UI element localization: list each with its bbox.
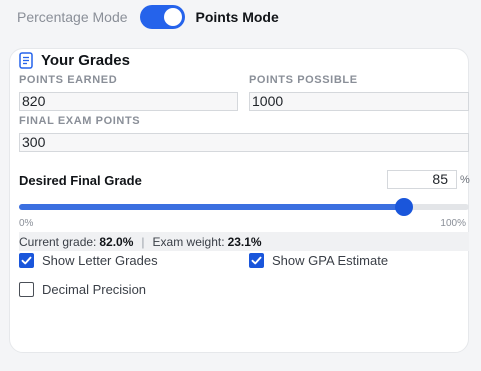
mode-switcher: Percentage Mode Points Mode (17, 5, 279, 29)
checkmark-icon (251, 256, 262, 265)
stats-row: Current grade: 82.0% | Exam weight: 23.1… (19, 232, 469, 251)
final-exam-points-input[interactable]: 300 (19, 133, 469, 152)
show-letter-grades-option[interactable]: Show Letter Grades (19, 253, 158, 268)
show-letter-grades-checkbox[interactable] (19, 253, 34, 268)
card-title: Your Grades (41, 52, 130, 69)
percentage-mode-label[interactable]: Percentage Mode (17, 9, 128, 25)
points-mode-label[interactable]: Points Mode (196, 9, 279, 25)
grades-card: Your Grades POINTS EARNED 820 POINTS POS… (9, 48, 470, 353)
slider-thumb[interactable] (395, 198, 413, 216)
points-earned-label: POINTS EARNED (19, 74, 118, 86)
show-letter-grades-label: Show Letter Grades (42, 253, 158, 268)
desired-grade-label: Desired Final Grade (19, 173, 142, 188)
current-grade-label: Current grade: (19, 234, 97, 249)
points-earned-input[interactable]: 820 (19, 92, 238, 111)
slider-max-label: 100% (440, 218, 466, 229)
show-gpa-estimate-label: Show GPA Estimate (272, 253, 389, 268)
decimal-precision-label: Decimal Precision (42, 282, 147, 297)
decimal-precision-option[interactable]: Decimal Precision (19, 282, 146, 297)
desired-grade-input[interactable]: 85 (387, 170, 457, 189)
card-header: Your Grades (19, 52, 130, 69)
document-icon (19, 52, 33, 69)
percent-unit: % (460, 174, 470, 186)
final-exam-points-label: FINAL EXAM POINTS (19, 115, 141, 127)
desired-grade-slider[interactable] (19, 198, 469, 216)
slider-min-label: 0% (19, 218, 34, 229)
decimal-precision-checkbox[interactable] (19, 282, 34, 297)
current-grade-value: 82.0% (99, 234, 134, 249)
points-possible-label: POINTS POSSIBLE (249, 74, 358, 86)
mode-toggle[interactable] (139, 5, 185, 29)
exam-weight-value: 23.1% (227, 234, 262, 249)
exam-weight-label: Exam weight: (152, 234, 225, 249)
points-possible-input[interactable]: 1000 (249, 92, 469, 111)
toggle-knob (163, 8, 182, 26)
stats-separator: | (141, 234, 145, 249)
slider-fill (19, 204, 404, 210)
show-gpa-estimate-checkbox[interactable] (249, 253, 264, 268)
show-gpa-estimate-option[interactable]: Show GPA Estimate (249, 253, 388, 268)
checkmark-icon (21, 256, 32, 265)
